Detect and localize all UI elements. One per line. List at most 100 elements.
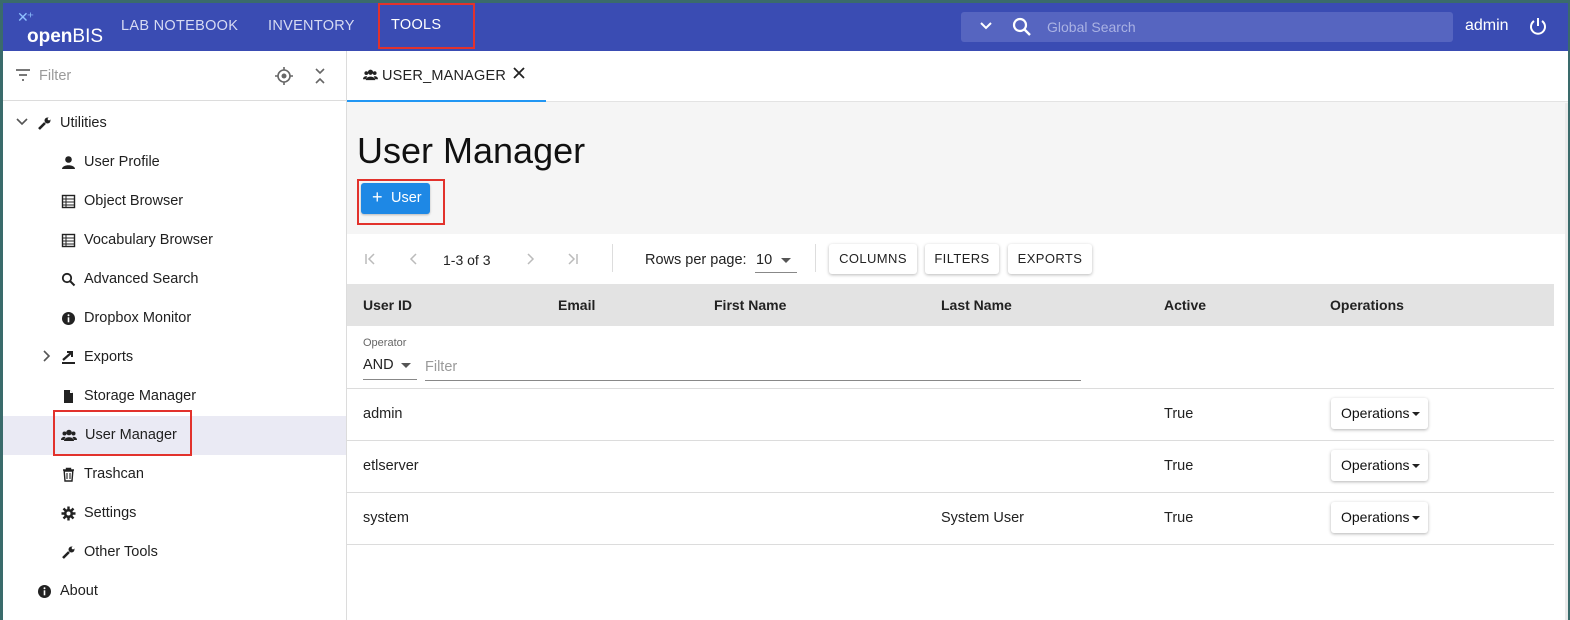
rows-per-page-value: 10	[756, 252, 773, 268]
sidebar-item-vocabulary-browser[interactable]: Vocabulary Browser	[3, 221, 346, 260]
operator-label: Operator	[363, 337, 407, 349]
filters-button[interactable]: FILTERS	[925, 244, 999, 274]
operations-label: Operations	[1341, 405, 1410, 421]
operator-select[interactable]: AND	[363, 353, 417, 380]
logo-text-bold: open	[27, 26, 73, 47]
sidebar: Utilities User Profile Object Browser Vo…	[3, 51, 347, 620]
sidebar-item-about[interactable]: About	[3, 572, 346, 611]
tab-user-manager[interactable]: USER_MANAGER	[347, 51, 546, 102]
next-page-icon[interactable]	[523, 252, 537, 266]
sidebar-item-object-browser[interactable]: Object Browser	[3, 182, 346, 221]
table-icon	[61, 233, 76, 248]
cell-user-id: etlserver	[363, 458, 419, 474]
current-user-label: admin	[1465, 17, 1509, 34]
last-page-icon[interactable]	[566, 252, 580, 266]
global-search-input[interactable]	[1047, 12, 1437, 42]
first-page-icon[interactable]	[363, 252, 377, 266]
divider	[815, 244, 816, 272]
logo-text-light: BIS	[72, 26, 104, 47]
file-icon	[61, 389, 76, 404]
table-row[interactable]: etlserver True Operations	[347, 441, 1554, 493]
nav-lab-notebook[interactable]: LAB NOTEBOOK	[121, 3, 238, 51]
info-icon	[61, 311, 76, 326]
column-header-last-name[interactable]: Last Name	[941, 297, 1012, 313]
close-icon[interactable]	[512, 66, 526, 80]
column-header-first-name[interactable]: First Name	[714, 297, 786, 313]
table-row[interactable]: system System User True Operations	[347, 493, 1554, 545]
sidebar-item-label: Trashcan	[84, 466, 144, 482]
cell-active: True	[1164, 510, 1194, 526]
prev-page-icon[interactable]	[407, 252, 421, 266]
tab-label: USER_MANAGER	[382, 68, 507, 84]
filter-icon	[15, 68, 31, 82]
global-filter-field	[425, 354, 1081, 381]
grid-toolbar: 1-3 of 3 Rows per page: 10 COLUMNS FILTE…	[347, 234, 1568, 284]
page-header: User Manager + User	[347, 102, 1568, 234]
app-window: ✕⁺ openBIS LAB NOTEBOOK INVENTORY TOOLS …	[3, 3, 1568, 620]
operator-value: AND	[363, 357, 394, 373]
operations-label: Operations	[1341, 509, 1410, 525]
sidebar-item-label: Exports	[84, 349, 134, 365]
sidebar-item-advanced-search[interactable]: Advanced Search	[3, 260, 346, 299]
sidebar-item-other-tools[interactable]: Other Tools	[3, 533, 346, 572]
user-manager-highlight-box	[53, 410, 192, 456]
page-range: 1-3 of 3	[443, 252, 491, 268]
caret-down-icon	[1412, 412, 1420, 416]
sidebar-item-label: Vocabulary Browser	[84, 232, 213, 248]
table-filter-row: Operator AND	[347, 326, 1554, 389]
sidebar-item-settings[interactable]: Settings	[3, 494, 346, 533]
operations-button[interactable]: Operations	[1331, 502, 1428, 533]
sidebar-item-dropbox-monitor[interactable]: Dropbox Monitor	[3, 299, 346, 338]
vertical-scrollbar[interactable]	[1565, 103, 1568, 620]
operations-button[interactable]: Operations	[1331, 398, 1428, 429]
info-icon	[37, 584, 52, 599]
nav-tools[interactable]: TOOLS	[378, 3, 475, 49]
search-icon[interactable]	[1011, 16, 1033, 38]
cell-active: True	[1164, 458, 1194, 474]
caret-down-icon	[1412, 516, 1420, 520]
plus-icon: +	[372, 187, 383, 207]
users-icon	[363, 68, 378, 82]
exports-button[interactable]: EXPORTS	[1008, 244, 1092, 274]
table-icon	[61, 194, 76, 209]
caret-down-icon	[1412, 464, 1420, 468]
sidebar-item-label: Utilities	[60, 115, 107, 131]
export-icon	[61, 350, 76, 365]
sidebar-item-label: Storage Manager	[84, 388, 197, 404]
column-header-active[interactable]: Active	[1164, 297, 1206, 313]
gear-icon	[61, 506, 76, 521]
add-user-button[interactable]: + User	[361, 183, 430, 214]
table-header: User ID Email First Name Last Name Activ…	[347, 284, 1554, 326]
sidebar-item-label: Advanced Search	[84, 271, 199, 287]
column-header-email[interactable]: Email	[558, 297, 595, 313]
openbis-logo[interactable]: ✕⁺ openBIS	[15, 9, 110, 47]
global-filter-input[interactable]	[425, 354, 1081, 380]
rows-per-page-select[interactable]: 10	[755, 245, 797, 273]
sidebar-filter-input[interactable]	[39, 65, 259, 87]
sidebar-item-label: Object Browser	[84, 193, 184, 209]
locate-icon[interactable]	[275, 67, 293, 85]
column-header-user-id[interactable]: User ID	[363, 297, 412, 313]
nav-inventory[interactable]: INVENTORY	[268, 3, 355, 51]
sidebar-item-user-profile[interactable]: User Profile	[3, 143, 346, 182]
sidebar-item-exports[interactable]: Exports	[3, 338, 346, 377]
sidebar-item-label: Other Tools	[84, 544, 158, 560]
chevron-down-icon[interactable]	[15, 115, 29, 129]
global-search-bar	[961, 12, 1453, 42]
add-user-label: User	[391, 190, 422, 206]
page-title: User Manager	[357, 130, 586, 171]
columns-button[interactable]: COLUMNS	[829, 244, 917, 274]
logout-power-icon[interactable]	[1528, 16, 1548, 36]
collapse-all-icon[interactable]	[313, 67, 327, 85]
operations-button[interactable]: Operations	[1331, 450, 1428, 481]
search-scope-dropdown-icon[interactable]	[979, 16, 993, 39]
sidebar-item-utilities[interactable]: Utilities	[3, 104, 346, 143]
chevron-right-icon[interactable]	[39, 349, 53, 363]
sidebar-item-trashcan[interactable]: Trashcan	[3, 455, 346, 494]
rows-per-page-label: Rows per page:	[645, 252, 747, 268]
main-panel: USER_MANAGER User Manager + User 1-3 of …	[347, 51, 1568, 620]
search-icon	[61, 272, 76, 287]
cell-active: True	[1164, 406, 1194, 422]
sidebar-filter-bar	[3, 51, 346, 101]
table-row[interactable]: admin True Operations	[347, 389, 1554, 441]
